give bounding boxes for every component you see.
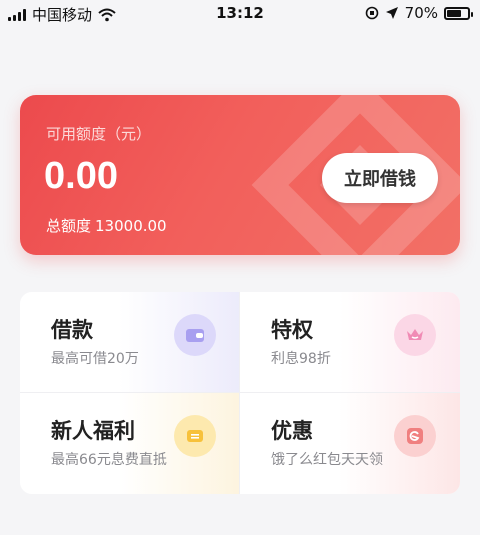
service-title: 新人福利 [51,419,135,443]
grid-divider-vertical [239,292,240,494]
available-amount: 0.00 [44,155,118,197]
service-subtitle: 利息98折 [271,351,331,367]
service-newcomer-benefit[interactable]: 新人福利 最高66元息费直抵 [20,393,240,494]
service-privilege[interactable]: 特权 利息98折 [240,292,460,393]
service-discount[interactable]: 优惠 饿了么红包天天领 [240,393,460,494]
battery-icon [444,6,473,20]
battery-percent: 70% [404,4,438,22]
service-subtitle: 最高66元息费直抵 [51,452,167,468]
service-subtitle: 饿了么红包天天领 [271,452,383,468]
service-title: 优惠 [271,419,313,443]
service-subtitle: 最高可借20万 [51,351,139,367]
credit-limit-card: 可用额度（元） 0.00 总额度 13000.00 立即借钱 [20,95,460,255]
coupon-icon [174,415,216,457]
available-limit-label: 可用额度（元） [46,125,152,143]
location-arrow-icon [385,7,398,19]
status-bar: 中国移动 13:12 70% [0,0,480,26]
discount-icon [394,415,436,457]
services-grid: 借款 最高可借20万 特权 利息98折 新人福利 最高66元息费直抵 优惠 饿了… [20,292,460,494]
orientation-lock-icon [365,6,378,20]
borrow-now-button[interactable]: 立即借钱 [322,153,438,203]
grid-divider-horizontal [20,392,460,393]
total-limit-label: 总额度 [46,217,92,235]
wallet-icon [174,314,216,356]
total-limit: 总额度 13000.00 [46,215,167,236]
total-limit-value: 13000.00 [95,217,167,235]
crown-icon [394,314,436,356]
service-title: 借款 [51,318,93,342]
service-loan[interactable]: 借款 最高可借20万 [20,292,240,393]
service-title: 特权 [271,318,313,342]
